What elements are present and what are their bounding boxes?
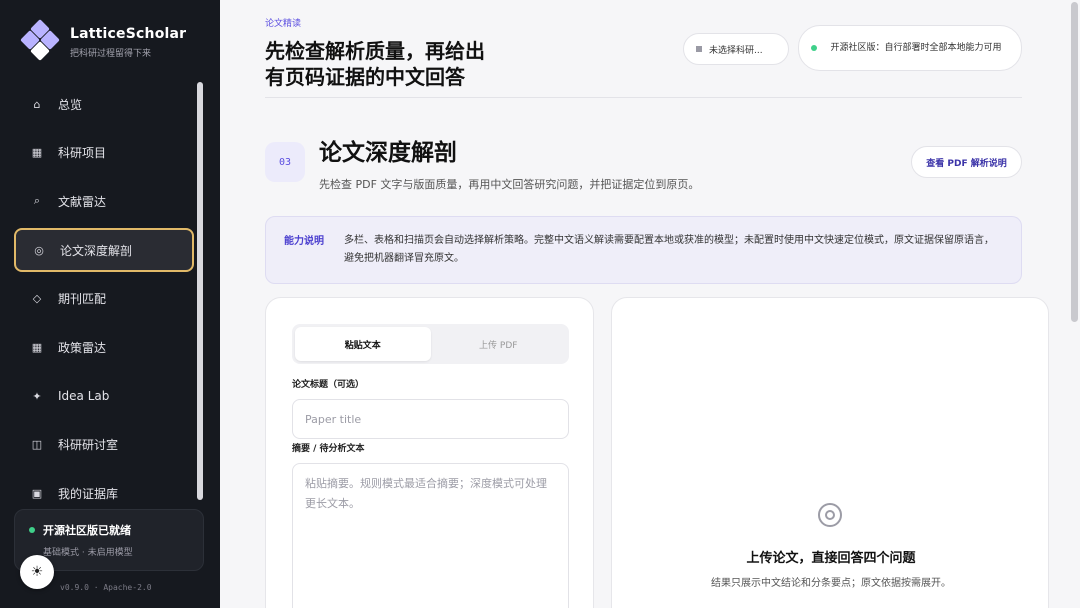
abstract-label: 摘要 / 待分析文本: [292, 444, 365, 454]
result-card: 上传论文，直接回答四个问题 结果只展示中文结论和分条要点；原文依据按需展开。: [611, 297, 1049, 608]
sidebar-item-label: 期刊匹配: [58, 292, 107, 307]
brand[interactable]: LatticeScholar 把科研过程留得下来: [18, 19, 187, 64]
sidebar-item-label: 科研项目: [58, 146, 107, 161]
sidebar-item-idea-lab[interactable]: ✦ Idea Lab: [14, 374, 194, 418]
page-eyebrow: 论文精读: [265, 19, 302, 29]
empty-state-title: 上传论文，直接回答四个问题: [746, 551, 916, 566]
pdf-parsing-info-button[interactable]: 查看 PDF 解析说明: [911, 146, 1022, 178]
diamond-icon: ◇: [32, 292, 42, 306]
section-title: 论文深度解剖: [319, 140, 457, 166]
sun-icon: ☀: [30, 564, 44, 580]
sidebar-item-policy-radar[interactable]: ▦ 政策雷达: [14, 325, 194, 369]
sidebar-item-label: 总览: [58, 97, 83, 112]
columns-icon: ◫: [31, 438, 43, 452]
sidebar-item-label: Idea Lab: [58, 389, 110, 404]
main-content: 论文精读 先检查解析质量，再给出 有页码证据的中文回答 未选择科研... 开源社…: [220, 0, 1080, 608]
logo-icon: [18, 19, 62, 64]
home-icon: ⌂: [33, 97, 41, 111]
sidebar-item-literature-radar[interactable]: ⌕ 文献雷达: [14, 179, 194, 223]
sidebar-item-journal-match[interactable]: ◇ 期刊匹配: [14, 277, 194, 321]
project-square-icon: [696, 46, 702, 52]
sidebar-scrollbar[interactable]: [197, 82, 203, 500]
abstract-textarea[interactable]: [292, 463, 569, 608]
project-select-chip[interactable]: 未选择科研...: [683, 33, 789, 65]
app-name: LatticeScholar: [70, 25, 187, 42]
community-chip-label: 开源社区版：自行部署时全部本地能力可用: [830, 43, 1002, 53]
page-title-line1: 先检查解析质量，再给出: [265, 39, 485, 63]
tab-upload-pdf[interactable]: 上传 PDF: [431, 327, 567, 361]
section-number: 03: [265, 142, 305, 182]
tab-paste-text[interactable]: 粘贴文本: [295, 327, 431, 361]
input-mode-tabs: 粘贴文本 上传 PDF: [292, 324, 569, 364]
project-chip-label: 未选择科研...: [709, 45, 763, 56]
sidebar-item-label: 论文深度解剖: [60, 243, 133, 258]
paper-title-label: 论文标题（可选）: [292, 380, 365, 390]
empty-state-description: 结果只展示中文结论和分条要点；原文依据按需展开。: [711, 578, 951, 589]
sidebar-item-label: 科研研讨室: [58, 438, 119, 453]
sidebar-item-overview[interactable]: ⌂ 总览: [14, 82, 194, 126]
capability-notice: 能力说明 多栏、表格和扫描页会自动选择解析策略。完整中文语义解读需要配置本地或获…: [265, 216, 1022, 284]
sidebar-item-paper-anatomy[interactable]: ◎ 论文深度解剖: [14, 228, 194, 273]
grid-icon: ▦: [31, 340, 43, 354]
page-scrollbar[interactable]: [1071, 2, 1078, 322]
target-icon: ◎: [34, 243, 44, 257]
sidebar-item-seminar-room[interactable]: ◫ 科研研讨室: [14, 423, 194, 467]
sidebar-nav: ⌂ 总览 ▦ 科研项目 ⌕ 文献雷达 ◎ 论文深度解剖 ◇ 期刊匹配 ▦ 政策雷…: [14, 82, 194, 520]
box-icon: ▣: [31, 487, 43, 500]
theme-toggle-button[interactable]: ☀: [20, 555, 54, 589]
status-dot-icon: [811, 45, 817, 51]
sidebar-item-projects[interactable]: ▦ 科研项目: [14, 131, 194, 175]
section-description: 先检查 PDF 文字与版面质量，再用中文回答研究问题，并把证据定位到原页。: [319, 178, 700, 191]
status-dot-icon: [29, 527, 35, 533]
status-title: 开源社区版已就绪: [43, 524, 131, 537]
search-icon: ⌕: [33, 194, 41, 208]
sidebar: LatticeScholar 把科研过程留得下来 ⌂ 总览 ▦ 科研项目 ⌕ 文…: [0, 0, 220, 608]
grid-icon: ▦: [31, 146, 43, 160]
page-title-line2: 有页码证据的中文回答: [265, 65, 465, 89]
app-tagline: 把科研过程留得下来: [70, 48, 152, 59]
status-subtitle: 基础模式 · 未启用模型: [43, 548, 133, 558]
sparkle-icon: ✦: [32, 389, 42, 403]
community-edition-chip: 开源社区版：自行部署时全部本地能力可用: [798, 25, 1022, 71]
header-divider: [265, 97, 1022, 98]
capability-label: 能力说明: [284, 236, 324, 247]
target-icon: [818, 503, 842, 527]
input-card: 粘贴文本 上传 PDF 论文标题（可选） 摘要 / 待分析文本: [265, 297, 594, 608]
page-title: 先检查解析质量，再给出 有页码证据的中文回答: [265, 38, 485, 90]
capability-text: 多栏、表格和扫描页会自动选择解析策略。完整中文语义解读需要配置本地或获准的模型；…: [344, 235, 994, 264]
sidebar-item-label: 我的证据库: [58, 487, 119, 501]
app-version: v0.9.0 · Apache-2.0: [60, 583, 152, 592]
paper-title-input[interactable]: [292, 399, 569, 439]
sidebar-item-label: 政策雷达: [58, 340, 107, 355]
sidebar-item-label: 文献雷达: [58, 194, 107, 209]
